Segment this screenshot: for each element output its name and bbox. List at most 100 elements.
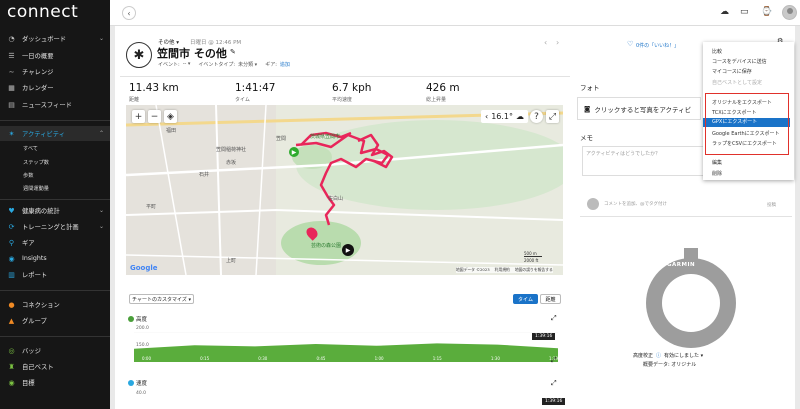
sidebar-item-connections[interactable]: ● コネクション xyxy=(0,297,110,312)
inbox-icon[interactable]: ▭ xyxy=(740,7,749,17)
insights-icon: ◉ xyxy=(8,254,15,263)
map-temperature: 16.1° xyxy=(491,112,514,121)
menu-item-compare[interactable]: 比較 xyxy=(712,48,722,55)
chart-time-toggle[interactable]: タイム xyxy=(513,294,538,304)
like-heart-icon[interactable]: ♡ xyxy=(627,40,633,48)
zoom-out-button[interactable]: − xyxy=(148,110,161,123)
elevation-data-source: 概要データ: オリジナル xyxy=(643,362,697,368)
sidebar-divider xyxy=(0,199,110,200)
map-label: 茨城県笠間市 xyxy=(310,134,341,140)
memo-heading: メモ xyxy=(580,134,593,142)
avatar[interactable] xyxy=(782,5,797,20)
sidebar-divider xyxy=(0,336,110,337)
chevron-left-icon: ‹ xyxy=(127,8,131,18)
menu-item-send-to-device[interactable]: コースをデバイスに送信 xyxy=(712,58,767,65)
map-label: 笠間稲荷神社 xyxy=(216,147,247,153)
add-photo-area[interactable]: ◙ クリックすると写真をアクティビ xyxy=(577,97,701,120)
sidebar-item-badges[interactable]: ◎ バッジ xyxy=(0,343,110,358)
fullscreen-icon[interactable]: ⤢ xyxy=(546,110,559,123)
altitude-calibration: 高度校正 ⓘ 有効にしました ▾ xyxy=(633,352,704,359)
menu-item-save-course[interactable]: マイコースに保存 xyxy=(712,68,752,75)
weather-widget[interactable]: ‹ 16.1° ☁ xyxy=(481,110,529,123)
gear-add-link[interactable]: 追加 xyxy=(280,61,290,68)
back-button[interactable]: ‹ xyxy=(122,6,136,20)
play-route-button[interactable]: ▶ xyxy=(342,244,354,256)
sidebar-item-personal-records[interactable]: ♜ 自己ベスト xyxy=(0,359,110,374)
expand-chart-icon[interactable]: ⤢ xyxy=(551,314,557,323)
speed-chart-title: 速度 xyxy=(136,381,148,387)
scale-imperial: 2000 ft xyxy=(524,258,539,263)
sidebar-item-reports[interactable]: ▥ レポート xyxy=(0,267,110,282)
menu-item-delete[interactable]: 削除 xyxy=(712,170,722,177)
report-map-error-link[interactable]: 地図の誤りを報告する xyxy=(515,267,553,273)
chevron-down-icon: ⌄ xyxy=(98,35,104,42)
map-label: 芸術の森公園 xyxy=(311,243,342,249)
connect-logo[interactable]: connect xyxy=(7,2,78,22)
terms-link[interactable]: 利用規約 xyxy=(495,267,510,273)
sidebar-item-challenge[interactable]: ∼ チャレンジ xyxy=(0,64,110,79)
map-label: 福田 xyxy=(166,128,177,134)
memo-input[interactable]: アクティビティはどうでしたか？ xyxy=(582,146,704,176)
calibration-dropdown[interactable]: 有効にしました ▾ xyxy=(664,352,703,359)
badge-icon: ◎ xyxy=(8,346,15,355)
sidebar-item-newsfeed[interactable]: ▤ ニュースフィード xyxy=(0,97,110,112)
sidebar-item-dashboard[interactable]: ◔ ダッシュボード ⌄ xyxy=(0,31,110,46)
start-marker[interactable]: ▶ xyxy=(289,147,299,157)
heart-icon: ♥ xyxy=(8,206,15,215)
watch-icon[interactable]: ⌚ xyxy=(761,7,772,17)
sidebar-item-groups[interactable]: ▲ グループ xyxy=(0,313,110,328)
trophy-icon: ♜ xyxy=(8,362,15,371)
sidebar-subitem-steps[interactable]: ステップ数 xyxy=(23,159,49,166)
x-tick-label: 1:30 xyxy=(491,356,500,361)
map-attribution: 地図データ ©2023 利用規約 地図の誤りを報告する xyxy=(456,267,553,273)
shoe-icon: ⚲ xyxy=(8,238,15,247)
elevation-chart-title: 高度 xyxy=(136,317,148,323)
sidebar-item-training[interactable]: ⟳ トレーニングと計画 ⌄ xyxy=(0,219,110,234)
sidebar-divider xyxy=(0,120,110,121)
sidebar-subitem-step-count[interactable]: 歩数 xyxy=(23,172,33,179)
sidebar-item-calendar[interactable]: ▦ カレンダー xyxy=(0,80,110,95)
device-strap-top xyxy=(684,248,698,262)
camera-icon: ◙ xyxy=(584,104,591,113)
map-label: 平町 xyxy=(146,204,157,210)
prev-activity-icon[interactable]: ‹ xyxy=(544,38,547,47)
report-icon: ▥ xyxy=(8,270,15,279)
expand-chart-icon[interactable]: ⤢ xyxy=(551,379,557,388)
scale-metric: 500 m xyxy=(524,251,542,257)
next-activity-icon[interactable]: › xyxy=(556,38,559,47)
sidebar-item-health-stats[interactable]: ♥ 健康病の統計 ⌄ xyxy=(0,203,110,218)
help-icon[interactable]: ? xyxy=(530,110,543,123)
stat-distance: 11.43 km xyxy=(129,82,179,94)
upload-cloud-icon[interactable]: ☁ xyxy=(720,7,729,17)
layers-icon[interactable]: ◈ xyxy=(164,110,177,123)
sidebar-item-goals[interactable]: ◉ 目標 xyxy=(0,375,110,390)
chart-distance-toggle[interactable]: 距離 xyxy=(540,294,561,304)
elevation-chart[interactable]: 0:00 0:15 0:30 0:45 1:00 1:15 1:30 1:39 xyxy=(134,332,558,362)
expand-icon[interactable]: ⤢ xyxy=(551,356,557,365)
x-tick-label: 1:15 xyxy=(433,356,442,361)
x-tick-label: 0:15 xyxy=(200,356,209,361)
post-comment-button[interactable]: 投稿 xyxy=(767,202,776,208)
training-icon: ⟳ xyxy=(8,222,15,231)
menu-item-edit[interactable]: 編集 xyxy=(712,159,722,166)
event-dropdown[interactable]: -- ▾ xyxy=(183,61,191,68)
chart-customize-dropdown[interactable]: チャートのカスタマイズ ▾ xyxy=(129,294,194,304)
sidebar-subitem-weekly[interactable]: 週間運動量 xyxy=(23,185,49,192)
comment-input[interactable]: コメントを追加、@でタグ付け xyxy=(604,201,667,207)
likes-count[interactable]: 0件の「いいね！」 xyxy=(636,42,679,49)
layers-icon: ☰ xyxy=(8,51,15,60)
sidebar-subitem-all[interactable]: すべて xyxy=(23,145,38,152)
sidebar-divider xyxy=(0,290,110,291)
zoom-in-button[interactable]: + xyxy=(132,110,145,123)
stat-time: 1:41:47 xyxy=(235,82,276,94)
sidebar-item-daily-summary[interactable]: ☰ 一日の概要 xyxy=(0,48,110,63)
stat-time-label: タイム xyxy=(235,97,250,103)
elevation-legend-dot xyxy=(128,316,134,322)
route-map[interactable]: + − ◈ ‹ 16.1° ☁ ? ⤢ ▶ ▶ 茨城県笠間市 笠間稲荷神社 笠間 福… xyxy=(126,105,563,275)
sidebar-item-gear[interactable]: ⚲ ギア xyxy=(0,235,110,250)
sidebar-item-activities[interactable]: ✶ アクティビティ ⌃ xyxy=(0,126,110,141)
edit-pencil-icon[interactable]: ✎ xyxy=(230,48,236,56)
event-type-dropdown[interactable]: 未分類 ▾ xyxy=(238,61,257,68)
sidebar-item-insights[interactable]: ◉ Insights xyxy=(0,251,110,266)
group-icon: ▲ xyxy=(8,316,15,325)
